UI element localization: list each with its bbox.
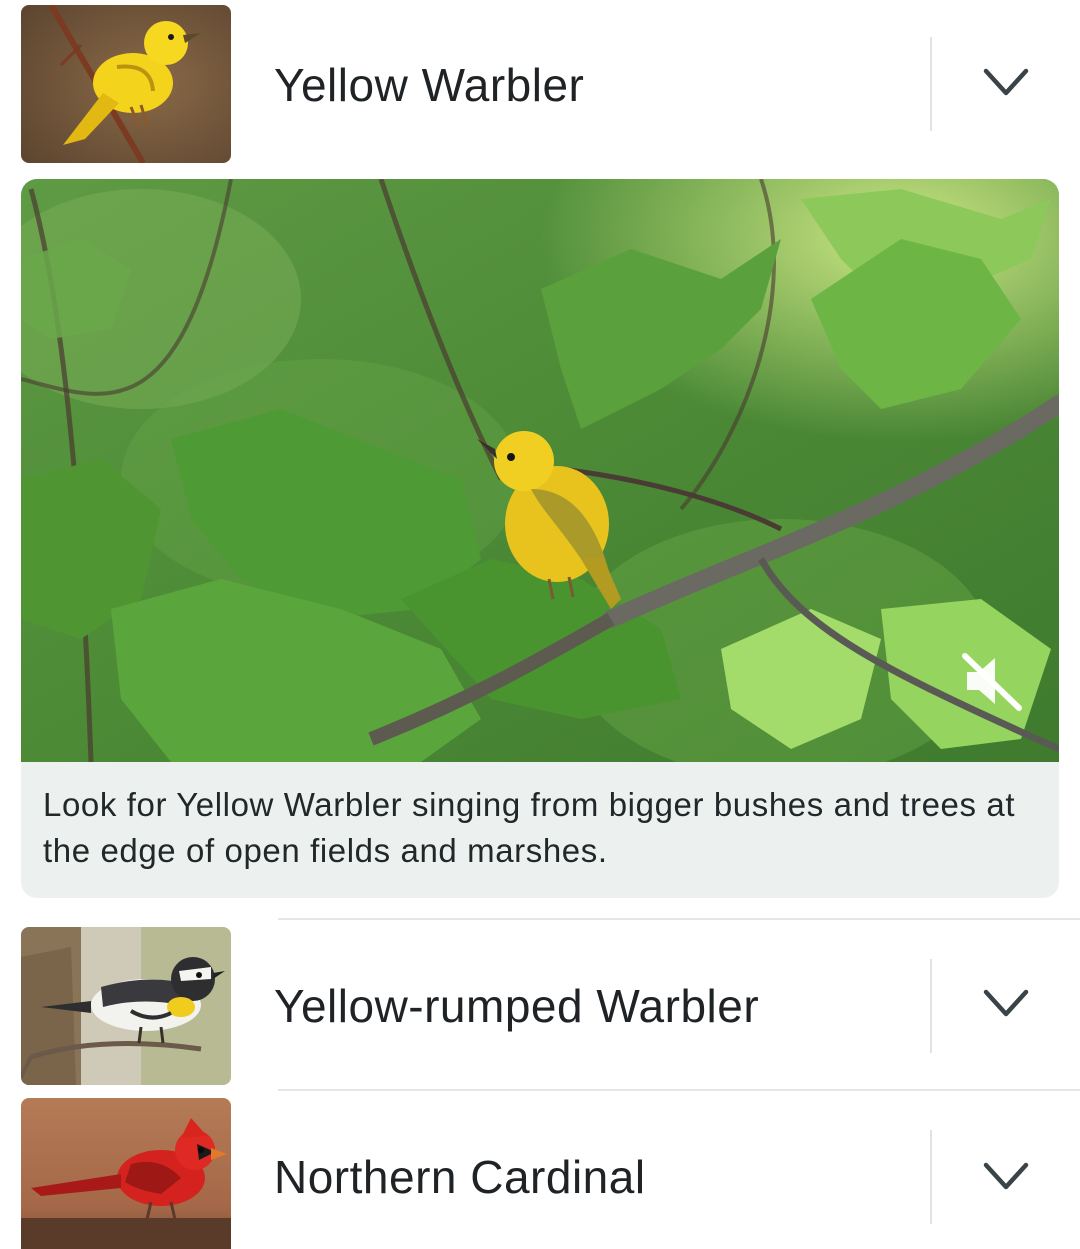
species-name: Yellow Warbler (274, 59, 585, 111)
northern-cardinal-thumbnail (21, 1098, 231, 1249)
list-divider (278, 918, 1080, 920)
species-row-yellow-rumped-warbler[interactable]: Yellow-rumped Warbler (0, 921, 1080, 1091)
divider (930, 1130, 932, 1224)
divider (930, 37, 932, 131)
chevron-down-icon[interactable] (980, 65, 1032, 105)
list-divider (278, 1089, 1080, 1091)
species-row-northern-cardinal[interactable]: Northern Cardinal (0, 1092, 1080, 1249)
species-video[interactable] (21, 179, 1059, 762)
yellow-rumped-warbler-thumbnail (21, 927, 231, 1085)
chevron-down-icon[interactable] (980, 1159, 1032, 1199)
yellow-warbler-thumbnail (21, 5, 231, 163)
species-row-yellow-warbler[interactable]: Yellow Warbler (0, 0, 1080, 170)
volume-off-icon[interactable] (961, 650, 1023, 712)
species-name: Northern Cardinal (274, 1151, 646, 1203)
species-name: Yellow-rumped Warbler (274, 980, 760, 1032)
species-list: Yellow Warbler Look for Yellow Warbler s… (0, 0, 1080, 1249)
species-caption: Look for Yellow Warbler singing from big… (43, 786, 1016, 869)
divider (930, 959, 932, 1053)
chevron-down-icon[interactable] (980, 986, 1032, 1026)
species-media-card: Look for Yellow Warbler singing from big… (21, 179, 1059, 898)
